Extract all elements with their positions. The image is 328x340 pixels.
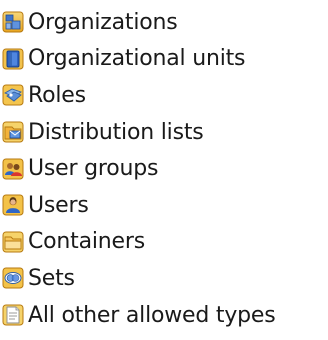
list-item-all-other-types[interactable]: All other allowed types (0, 297, 328, 334)
list-item-label: Organizational units (28, 46, 246, 72)
list-item-label: Roles (28, 82, 86, 108)
user-groups-icon (2, 158, 24, 180)
distribution-lists-icon (2, 121, 24, 143)
allowed-types-list: Organizations Organizational units Roles (0, 4, 328, 333)
list-item-roles[interactable]: Roles (0, 77, 328, 114)
organizations-icon (2, 11, 24, 33)
list-item-user-groups[interactable]: User groups (0, 150, 328, 187)
list-item-label: Distribution lists (28, 119, 204, 145)
list-item-label: Users (28, 192, 89, 218)
list-item-label: Sets (28, 265, 75, 291)
list-item-distribution-lists[interactable]: Distribution lists (0, 114, 328, 151)
list-item-users[interactable]: Users (0, 187, 328, 224)
containers-icon (2, 231, 24, 253)
list-item-containers[interactable]: Containers (0, 224, 328, 261)
sets-icon (2, 267, 24, 289)
users-icon (2, 194, 24, 216)
list-item-label: All other allowed types (28, 302, 276, 328)
list-item-sets[interactable]: Sets (0, 260, 328, 297)
roles-icon (2, 84, 24, 106)
list-item-label: User groups (28, 156, 159, 182)
list-item-label: Organizations (28, 9, 178, 35)
list-item-label: Containers (28, 229, 145, 255)
organizational-units-icon (2, 48, 24, 70)
list-item-organizations[interactable]: Organizations (0, 4, 328, 41)
all-other-types-icon (2, 304, 24, 326)
list-item-organizational-units[interactable]: Organizational units (0, 41, 328, 78)
